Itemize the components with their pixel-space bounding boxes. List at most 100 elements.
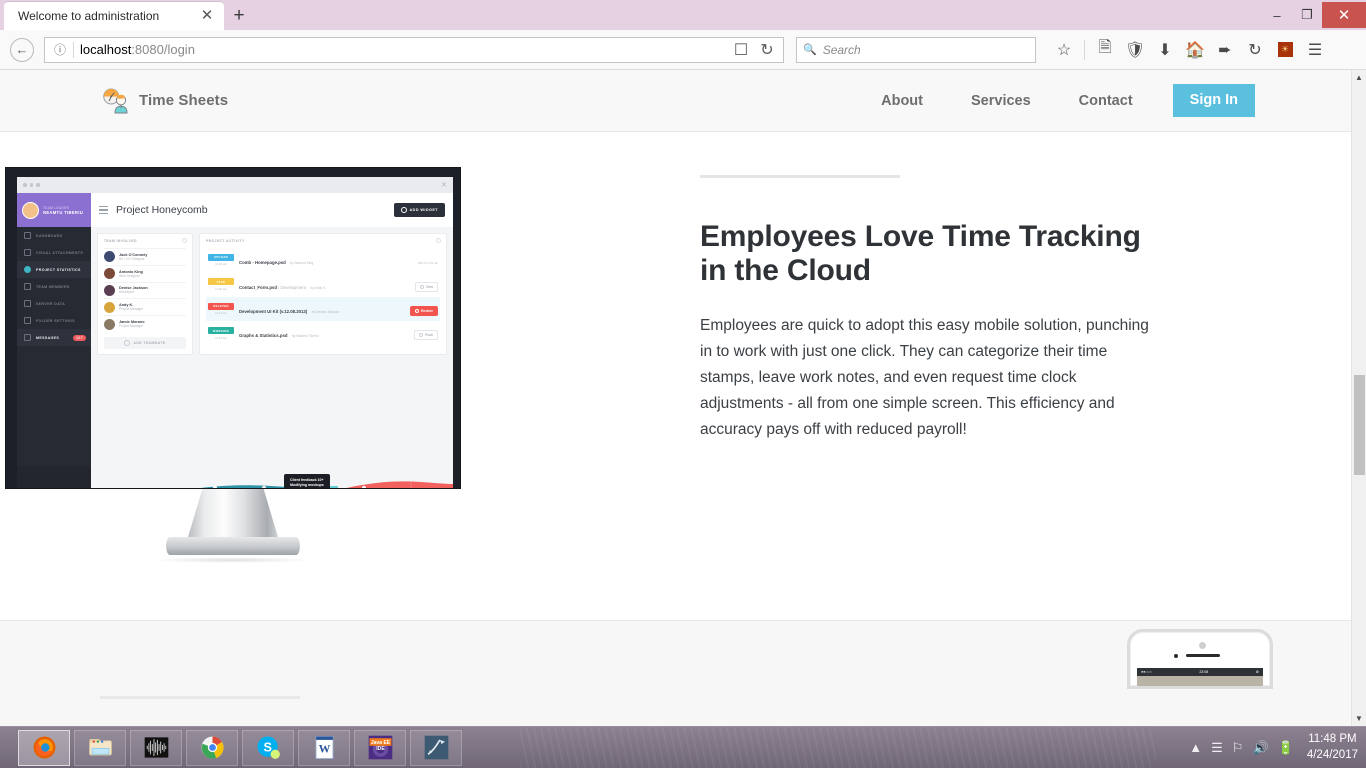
- dashboard-panels: TEAM INVOLVED Jack O'Connely Str / UX Des…: [91, 227, 453, 361]
- home-icon[interactable]: 🏠: [1181, 36, 1209, 64]
- taskbar-firefox-icon[interactable]: [18, 729, 70, 766]
- taskbar-items: S W Java EE IDE: [0, 729, 462, 766]
- sidebar-item-label: FOLDER SETTINGS: [36, 318, 75, 323]
- bookmark-star-icon[interactable]: ☆: [1050, 36, 1078, 64]
- view-button[interactable]: View: [414, 281, 438, 292]
- activity-panel-title: PROJECT ACTIVITY: [206, 239, 245, 243]
- list-item[interactable]: Jamie Morano Project Manager: [104, 315, 186, 332]
- nav-link-about[interactable]: About: [857, 93, 947, 109]
- taskbar-audacity-icon[interactable]: [130, 729, 182, 766]
- tab-close-icon[interactable]: ✕: [198, 7, 216, 25]
- flag-action-center-icon[interactable]: ⚐: [1232, 740, 1244, 756]
- activity-sub: / Development: [278, 284, 306, 290]
- list-item[interactable]: Denise Jackson Developer: [104, 281, 186, 299]
- taskbar-chrome-icon[interactable]: [186, 729, 238, 766]
- shield-icon[interactable]: 🛡: [1121, 36, 1149, 64]
- taskbar-mysql-workbench-icon[interactable]: [410, 729, 462, 766]
- nav-link-contact[interactable]: Contact: [1055, 93, 1157, 109]
- sidebar-item-server-data[interactable]: SERVER DATA: [17, 295, 91, 312]
- sidebar-item-visual-attachments[interactable]: VISUAL ATTACHMENTS: [17, 244, 91, 261]
- monitor-stand-base: [166, 537, 300, 555]
- phone-status-bar: ●●○○○ 23:08 ⚙: [1137, 668, 1263, 676]
- list-item[interactable]: Jack O'Connely Str / UX Designer: [104, 248, 186, 265]
- activity-tag-column: WORKING 11:51 am: [208, 327, 234, 340]
- activity-tag-column: DELETED 11:47 am: [208, 302, 234, 315]
- sidebar-item-team-members[interactable]: TEAM MEMBERS: [17, 278, 91, 295]
- gear-icon[interactable]: [436, 238, 441, 243]
- back-button[interactable]: ←: [8, 36, 36, 64]
- sidebar-item-label: DASHBOARD: [36, 233, 63, 238]
- list-item[interactable]: Andy K. Project Manager: [104, 298, 186, 315]
- dashboard-titlebar: ✕: [17, 177, 453, 193]
- vertical-scrollbar[interactable]: ▲ ▼: [1351, 70, 1366, 726]
- table-row[interactable]: DELETED 11:47 am Development UI Kit (v.1…: [206, 296, 440, 322]
- reader-mode-icon[interactable]: ☐: [729, 39, 753, 61]
- search-bar[interactable]: 🔍 Search: [796, 36, 1036, 63]
- image-icon: [24, 249, 31, 256]
- address-bar-icons: ☐ ↻: [729, 39, 779, 61]
- activity-name: Contact_Form.psd / Development: [239, 284, 306, 290]
- taskbar-skype-icon[interactable]: S: [242, 729, 294, 766]
- sidebar-item-project-statistics[interactable]: PROJECT STATISTICS: [17, 261, 91, 278]
- close-window-icon[interactable]: ✕: [1322, 2, 1366, 28]
- nav-link-services[interactable]: Services: [947, 93, 1055, 109]
- list-item[interactable]: Antonio King Web Designer: [104, 264, 186, 282]
- browser-toolbar: ← ⓘ localhost:8080/login ☐ ↻ 🔍 Search ☆ …: [0, 30, 1366, 70]
- downloads-icon[interactable]: ⬇: [1151, 36, 1179, 64]
- dashboard-topbar: Project Honeycomb ADD WIDGET: [91, 193, 453, 227]
- site-info-icon[interactable]: ⓘ: [49, 41, 71, 58]
- history-icon[interactable]: ↻: [1241, 36, 1269, 64]
- address-bar[interactable]: ⓘ localhost:8080/login ☐ ↻: [44, 36, 784, 63]
- clock-time: 11:48 PM: [1308, 732, 1357, 745]
- browser-tab[interactable]: Welcome to administration ✕: [4, 2, 224, 30]
- taskbar-clock[interactable]: 11:48 PM 4/24/2017: [1303, 732, 1358, 763]
- sidebar-item-dashboard[interactable]: DASHBOARD: [17, 227, 91, 244]
- add-teammate-button[interactable]: ADD TEAMMATE: [104, 336, 186, 349]
- status-badge: WORKING: [208, 327, 234, 335]
- sidebar-item-folder-settings[interactable]: FOLDER SETTINGS: [17, 312, 91, 329]
- activity-panel: PROJECT ACTIVITY UPLOAD 11:30 am Comb - …: [199, 233, 447, 355]
- new-tab-button[interactable]: +: [224, 2, 254, 30]
- monitor-stand-neck: [188, 489, 278, 537]
- scrollbar-thumb[interactable]: [1354, 375, 1365, 475]
- add-widget-button[interactable]: ADD WIDGET: [393, 203, 445, 217]
- status-badge: UPLOAD: [208, 253, 234, 261]
- avatar: [104, 268, 115, 280]
- table-row[interactable]: UPLOAD 11:30 am Comb - Homepage.psd by A…: [206, 248, 440, 272]
- library-icon[interactable]: 🗎: [1091, 36, 1119, 64]
- hamburger-menu-icon[interactable]: ☰: [1301, 36, 1329, 64]
- brand-logo[interactable]: Time Sheets: [100, 86, 228, 116]
- sidebar-item-messages[interactable]: MESSAGES 127: [17, 329, 91, 346]
- back-arrow-icon: ←: [10, 37, 34, 62]
- restore-button[interactable]: Restore: [410, 305, 438, 316]
- sidebar-item-label: SERVER DATA: [36, 301, 66, 306]
- scroll-up-icon[interactable]: ▲: [1352, 70, 1366, 85]
- maximize-icon[interactable]: ❐: [1292, 0, 1322, 30]
- phone-battery-icon: ⚙: [1255, 670, 1259, 674]
- network-signal-icon[interactable]: ☰: [1211, 740, 1223, 756]
- avatar: [104, 251, 115, 263]
- table-row[interactable]: WORKING 11:51 am Graphs & Statistics.psd…: [206, 321, 440, 345]
- team-panel: TEAM INVOLVED Jack O'Connely Str / UX Des…: [97, 233, 193, 355]
- taskbar-texture: [520, 727, 1156, 768]
- send-icon[interactable]: ➨: [1211, 36, 1239, 64]
- battery-icon[interactable]: 🔋: [1278, 740, 1294, 756]
- minimize-icon[interactable]: –: [1262, 0, 1292, 30]
- dashboard-main: Project Honeycomb ADD WIDGET TEAM INVOLV…: [91, 193, 453, 482]
- area-chart: Client feedback 10+ Modifying mockups 27…: [91, 466, 453, 488]
- scroll-down-icon[interactable]: ▼: [1352, 711, 1366, 726]
- sign-in-button[interactable]: Sign In: [1172, 84, 1255, 117]
- taskbar-word-icon[interactable]: W: [298, 729, 350, 766]
- volume-icon[interactable]: 🔊: [1252, 740, 1268, 756]
- gear-icon[interactable]: [182, 238, 187, 243]
- show-hidden-icons[interactable]: ▲: [1189, 740, 1202, 755]
- table-row[interactable]: TASK 11:40 am Contact_Form.psd / Develop…: [206, 272, 440, 296]
- taskbar-file-explorer-icon[interactable]: [74, 729, 126, 766]
- extension-icon[interactable]: ☀: [1271, 36, 1299, 64]
- status-badge: TASK: [208, 278, 234, 286]
- menu-toggle-icon[interactable]: [99, 204, 108, 216]
- site-nav: About Services Contact Sign In: [857, 84, 1255, 117]
- taskbar-java-ee-ide-icon[interactable]: Java EE IDE: [354, 729, 406, 766]
- push-button[interactable]: Push: [414, 330, 438, 341]
- reload-icon[interactable]: ↻: [755, 39, 779, 61]
